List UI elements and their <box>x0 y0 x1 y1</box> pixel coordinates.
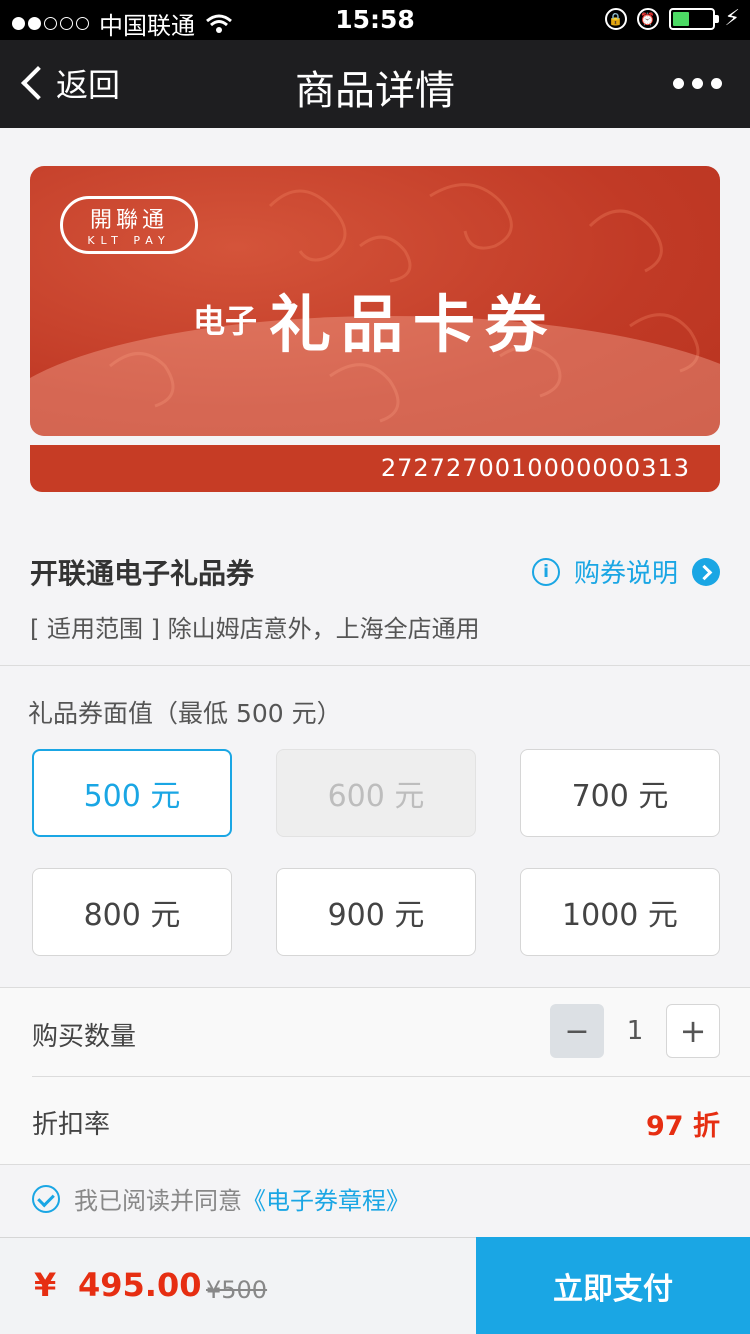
alarm-icon: ⏰ <box>636 7 659 30</box>
check-circle-icon <box>32 1184 60 1213</box>
divider <box>32 1076 750 1077</box>
divider <box>0 665 750 666</box>
discount-label: 折扣率 <box>32 1110 111 1140</box>
denomination-label: 礼品券面值（最低 500 元） <box>28 699 342 728</box>
card-number-strip: 2727270010000000313 <box>30 445 720 492</box>
status-bar: 中国联通 15:58 🔒 ⏰ ⚡ <box>0 0 750 40</box>
original-price: ¥500 <box>206 1276 268 1304</box>
agreement-checkbox[interactable]: 我已阅读并同意 《电子券章程》 <box>32 1181 410 1216</box>
denomination-option-900[interactable]: 900 元 <box>276 868 476 956</box>
card-heading-small: 电子 <box>192 302 257 340</box>
total-price: 495.00 <box>78 1266 202 1304</box>
card-heading: 电子 礼品卡券 <box>30 274 720 364</box>
divider <box>0 987 750 988</box>
product-name: 开联通电子礼品券 <box>30 557 255 590</box>
quantity-value: 1 <box>626 1016 644 1046</box>
quantity-label: 购买数量 <box>32 1022 137 1052</box>
purchase-info-link[interactable]: i 购券说明 <box>531 553 720 590</box>
pay-now-button[interactable]: 立即支付 <box>476 1237 750 1334</box>
klt-pay-logo: 開聯通 KLT PAY <box>60 196 198 254</box>
denomination-option-800[interactable]: 800 元 <box>32 868 232 956</box>
discount-value: 97 折 <box>646 1111 720 1142</box>
quantity-stepper: − 1 + <box>550 1004 720 1058</box>
agreement-text: 我已阅读并同意 <box>74 1187 242 1215</box>
more-options-icon[interactable] <box>673 78 722 89</box>
decrease-button[interactable]: − <box>550 1004 604 1058</box>
denomination-option-700[interactable]: 700 元 <box>520 749 720 837</box>
denomination-option-600: 600 元 <box>276 749 476 837</box>
rotation-lock-icon: 🔒 <box>604 7 627 30</box>
divider <box>0 1164 750 1165</box>
card-heading-big: 礼品卡券 <box>269 288 558 361</box>
status-right: 🔒 ⏰ ⚡ <box>604 6 740 31</box>
increase-button[interactable]: + <box>666 1004 720 1058</box>
chevron-right-icon <box>692 557 720 586</box>
purchase-info-label: 购券说明 <box>573 559 678 589</box>
gift-card-image: 開聯通 KLT PAY 电子 礼品卡券 <box>30 166 720 436</box>
nav-bar: 返回 商品详情 <box>0 40 750 128</box>
page-title: 商品详情 <box>295 68 455 114</box>
info-icon: i <box>531 557 560 586</box>
checkout-bar: ¥ 495.00 ¥500 立即支付 <box>0 1237 750 1334</box>
denomination-option-500[interactable]: 500 元 <box>32 749 232 837</box>
charging-icon: ⚡ <box>724 6 740 31</box>
terms-link[interactable]: 《电子券章程》 <box>242 1181 410 1216</box>
battery-icon <box>668 7 719 30</box>
denomination-option-1000[interactable]: 1000 元 <box>520 868 720 956</box>
currency-symbol: ¥ <box>34 1266 57 1304</box>
usage-scope: [ 适用范围 ] 除山姆店意外，上海全店通用 <box>30 615 480 643</box>
card-number: 2727270010000000313 <box>380 454 690 482</box>
